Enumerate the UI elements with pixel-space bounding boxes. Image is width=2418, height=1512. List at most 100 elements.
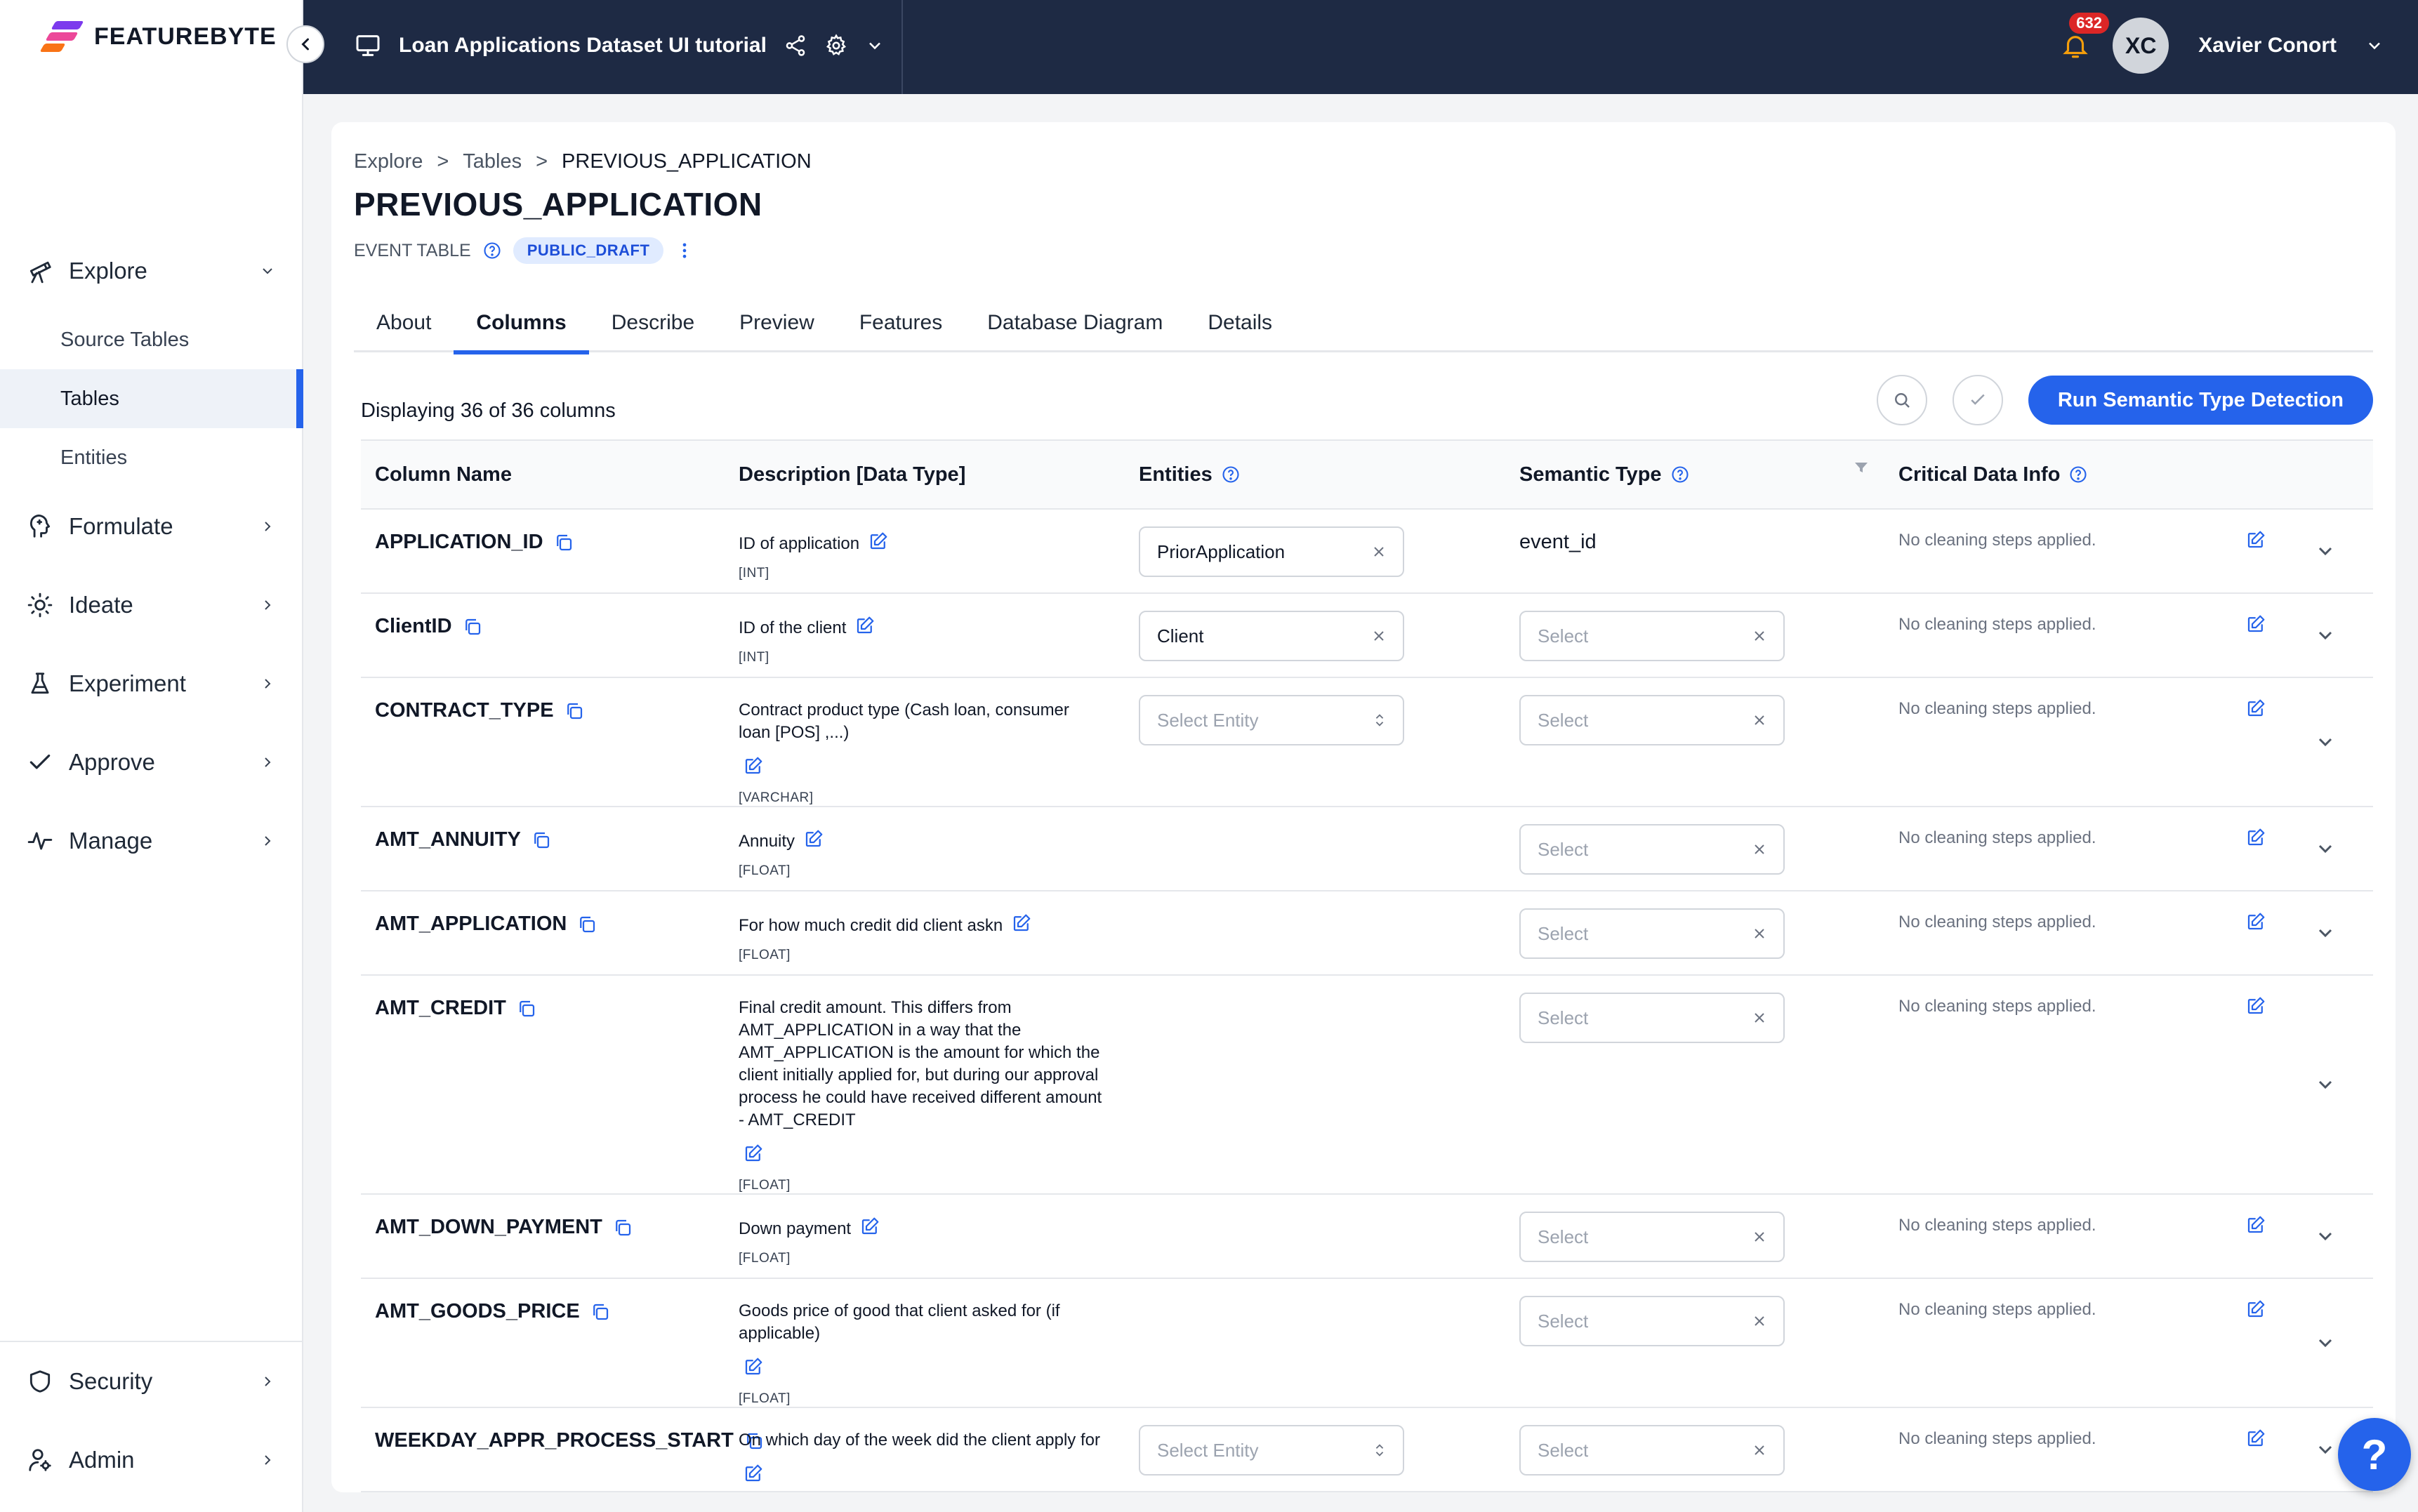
close-icon[interactable] <box>1751 1313 1768 1329</box>
expand-row-button[interactable] <box>2296 1195 2373 1278</box>
search-button[interactable] <box>1876 375 1927 425</box>
semantic-type-select[interactable]: Select <box>1519 908 1785 959</box>
column-description: ID of application [INT] <box>725 510 1125 592</box>
edit-critical-data-button[interactable] <box>2231 1279 2296 1407</box>
column-name-text: WEEKDAY_APPR_PROCESS_START <box>375 1429 734 1452</box>
nav-item-manage[interactable]: Manage <box>0 802 303 880</box>
close-icon[interactable] <box>1751 1228 1768 1245</box>
edit-description-icon[interactable] <box>743 1356 1105 1384</box>
chevron-down-icon[interactable] <box>2365 36 2384 55</box>
edit-description-icon[interactable] <box>803 828 824 856</box>
tab-about[interactable]: About <box>354 293 454 352</box>
help-circle-icon[interactable] <box>1670 465 1690 484</box>
close-icon[interactable] <box>1751 712 1768 729</box>
validate-button[interactable] <box>1952 375 2003 425</box>
copy-icon[interactable] <box>462 616 483 637</box>
edit-critical-data-button[interactable] <box>2231 891 2296 974</box>
edit-description-icon[interactable] <box>743 755 1105 783</box>
semantic-type-select[interactable]: Select <box>1519 1425 1785 1475</box>
more-vertical-icon[interactable] <box>675 239 694 262</box>
semantic-type-select[interactable]: Select <box>1519 993 1785 1043</box>
close-icon[interactable] <box>1751 841 1768 858</box>
close-icon[interactable] <box>1751 1442 1768 1459</box>
semantic-type-select[interactable]: Select <box>1519 695 1785 745</box>
gear-icon[interactable] <box>824 34 848 58</box>
run-semantic-detection-button[interactable]: Run Semantic Type Detection <box>2028 376 2373 425</box>
tab-features[interactable]: Features <box>837 293 965 352</box>
expand-row-button[interactable] <box>2296 594 2373 677</box>
expand-row-button[interactable] <box>2296 891 2373 974</box>
edit-description-icon[interactable] <box>743 1463 1105 1490</box>
help-fab-button[interactable]: ? <box>2338 1418 2411 1491</box>
nav-item-admin[interactable]: Admin <box>0 1421 303 1499</box>
edit-description-icon[interactable] <box>868 531 889 558</box>
collapse-sidebar-button[interactable] <box>286 25 324 63</box>
close-icon[interactable] <box>1751 925 1768 942</box>
expand-row-button[interactable] <box>2296 678 2373 806</box>
edit-description-icon[interactable] <box>743 1143 1105 1170</box>
user-name[interactable]: Xavier Conort <box>2198 34 2337 58</box>
help-circle-icon[interactable] <box>482 241 502 260</box>
project-selector[interactable]: Loan Applications Dataset UI tutorial <box>354 0 885 91</box>
entity-select[interactable]: Client <box>1139 611 1404 661</box>
edit-critical-data-button[interactable] <box>2231 1195 2296 1278</box>
edit-description-icon[interactable] <box>859 1216 880 1243</box>
close-icon[interactable] <box>1370 628 1387 644</box>
entity-select[interactable]: PriorApplication <box>1139 526 1404 577</box>
subnav-item-entities[interactable]: Entities <box>0 428 303 487</box>
edit-description-icon[interactable] <box>854 615 876 642</box>
avatar[interactable]: XC <box>2113 18 2169 74</box>
close-icon[interactable] <box>1751 628 1768 644</box>
breadcrumb-tables[interactable]: Tables <box>463 150 522 173</box>
edit-description-icon[interactable] <box>1011 913 1032 940</box>
nav-item-formulate[interactable]: Formulate <box>0 487 303 566</box>
copy-icon[interactable] <box>564 701 585 722</box>
edit-critical-data-button[interactable] <box>2231 976 2296 1193</box>
tab-preview[interactable]: Preview <box>717 293 837 352</box>
nav-item-explore[interactable]: Explore <box>0 232 303 310</box>
subnav-item-tables[interactable]: Tables <box>0 369 303 428</box>
close-icon[interactable] <box>1751 1009 1768 1026</box>
breadcrumb-explore[interactable]: Explore <box>354 150 423 173</box>
entity-select[interactable]: Select Entity <box>1139 695 1404 745</box>
expand-row-button[interactable] <box>2296 1279 2373 1407</box>
nav-item-experiment[interactable]: Experiment <box>0 644 303 723</box>
subnav-item-source-tables[interactable]: Source Tables <box>0 310 303 369</box>
edit-critical-data-button[interactable] <box>2231 807 2296 890</box>
edit-critical-data-button[interactable] <box>2231 594 2296 677</box>
nav-item-ideate[interactable]: Ideate <box>0 566 303 644</box>
tab-describe[interactable]: Describe <box>589 293 717 352</box>
expand-row-button[interactable] <box>2296 976 2373 1193</box>
top-bar: Loan Applications Dataset UI tutorial 63… <box>303 0 2418 94</box>
copy-icon[interactable] <box>516 998 537 1019</box>
notifications-button[interactable]: 632 <box>2056 13 2109 65</box>
chevron-down-icon[interactable] <box>865 36 885 55</box>
nav-item-security[interactable]: Security <box>0 1342 303 1421</box>
copy-icon[interactable] <box>553 532 574 553</box>
edit-critical-data-button[interactable] <box>2231 1408 2296 1491</box>
filter-icon[interactable] <box>1853 459 1870 476</box>
help-circle-icon[interactable] <box>2068 465 2088 484</box>
semantic-type-select[interactable]: Select <box>1519 824 1785 875</box>
share-icon[interactable] <box>784 34 807 58</box>
tab-details[interactable]: Details <box>1185 293 1295 352</box>
brand-logo[interactable]: FEATUREBYTE <box>39 18 277 55</box>
close-icon[interactable] <box>1370 543 1387 560</box>
edit-critical-data-button[interactable] <box>2231 510 2296 592</box>
tab-database-diagram[interactable]: Database Diagram <box>965 293 1185 352</box>
copy-icon[interactable] <box>612 1217 633 1238</box>
tab-columns[interactable]: Columns <box>454 293 590 354</box>
copy-icon[interactable] <box>531 830 552 851</box>
expand-row-button[interactable] <box>2296 510 2373 592</box>
help-circle-icon[interactable] <box>1221 465 1241 484</box>
copy-icon[interactable] <box>590 1301 611 1322</box>
semantic-type-cell: Select <box>1505 807 1884 890</box>
semantic-type-select[interactable]: Select <box>1519 1296 1785 1346</box>
semantic-type-select[interactable]: Select <box>1519 1212 1785 1262</box>
entity-select[interactable]: Select Entity <box>1139 1425 1404 1475</box>
copy-icon[interactable] <box>576 914 597 935</box>
edit-critical-data-button[interactable] <box>2231 678 2296 806</box>
semantic-type-select[interactable]: Select <box>1519 611 1785 661</box>
expand-row-button[interactable] <box>2296 807 2373 890</box>
nav-item-approve[interactable]: Approve <box>0 723 303 802</box>
